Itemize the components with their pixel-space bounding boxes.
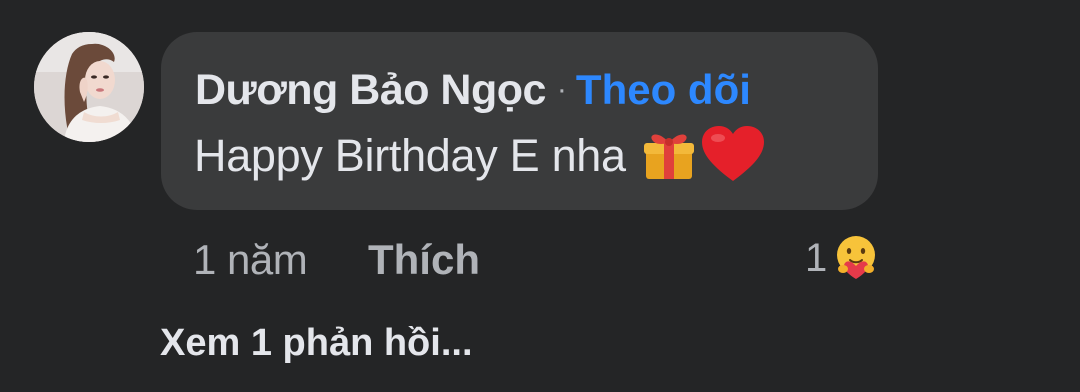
care-reaction-icon[interactable]	[832, 233, 880, 281]
comment-header: Dương Bảo Ngọc · Theo dõi	[195, 66, 751, 114]
avatar[interactable]	[34, 32, 144, 142]
separator-dot: ·	[556, 73, 567, 106]
profile-photo	[34, 32, 144, 142]
red-heart-emoji	[700, 125, 766, 188]
like-button[interactable]: Thích	[368, 236, 480, 284]
comment-bubble: Dương Bảo Ngọc · Theo dõi Happy Birthday…	[161, 32, 878, 210]
gift-emoji	[640, 125, 698, 188]
view-replies-link[interactable]: Xem 1 phản hồi...	[160, 322, 473, 365]
reaction-count[interactable]: 1	[805, 236, 827, 281]
comment-body: Happy Birthday E nha	[194, 125, 766, 188]
comment-text: Happy Birthday E nha	[194, 130, 626, 181]
author-name[interactable]: Dương Bảo Ngọc	[195, 66, 546, 115]
comment-timestamp[interactable]: 1 năm	[193, 236, 308, 284]
follow-button[interactable]: Theo dõi	[576, 66, 751, 114]
